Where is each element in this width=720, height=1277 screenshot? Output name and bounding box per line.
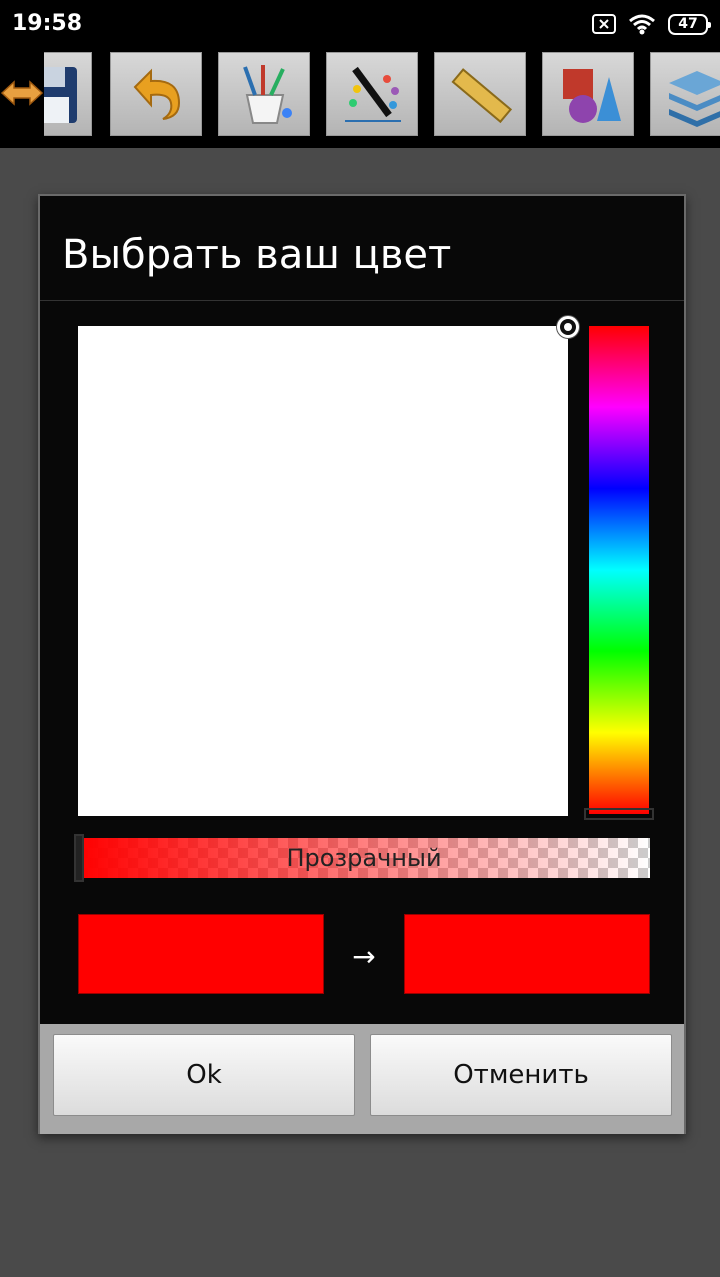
dialog-title: Выбрать ваш цвет bbox=[62, 232, 452, 278]
battery-icon: 47 bbox=[668, 13, 711, 35]
new-color-swatch bbox=[404, 914, 650, 994]
sim-off-icon bbox=[592, 14, 616, 34]
alpha-slider[interactable]: Прозрачный bbox=[78, 838, 650, 878]
battery-level: 47 bbox=[678, 16, 698, 32]
saturation-value-cursor[interactable] bbox=[557, 316, 579, 338]
status-icons: 47 bbox=[592, 12, 711, 36]
3d-shapes-icon bbox=[563, 69, 621, 123]
palette-pen-icon bbox=[345, 66, 401, 122]
arrow-icon: → bbox=[352, 940, 376, 973]
cancel-button[interactable]: Отменить bbox=[370, 1034, 672, 1116]
old-color-swatch bbox=[78, 914, 324, 994]
alpha-slider-handle[interactable] bbox=[74, 834, 84, 882]
wifi-icon bbox=[629, 14, 655, 35]
title-divider bbox=[40, 300, 684, 301]
hue-slider-handle[interactable] bbox=[584, 808, 654, 820]
palette-button[interactable] bbox=[326, 52, 418, 136]
brushes-cup-icon bbox=[243, 65, 292, 124]
undo-icon bbox=[133, 68, 181, 120]
layers-icon bbox=[669, 71, 720, 127]
status-time: 19:58 bbox=[12, 11, 83, 36]
saturation-value-area[interactable] bbox=[78, 326, 568, 816]
hue-slider[interactable] bbox=[589, 326, 649, 814]
alpha-label: Прозрачный bbox=[286, 844, 442, 872]
layers-button[interactable] bbox=[650, 52, 720, 136]
toolbar bbox=[0, 48, 720, 148]
ruler-button[interactable] bbox=[434, 52, 526, 136]
resize-arrows-icon[interactable] bbox=[0, 78, 44, 108]
button-bar: Ok Отменить bbox=[40, 1024, 684, 1134]
brushes-button[interactable] bbox=[218, 52, 310, 136]
status-bar: 19:58 47 bbox=[0, 0, 720, 48]
shapes-button[interactable] bbox=[542, 52, 634, 136]
ok-button[interactable]: Ok bbox=[53, 1034, 355, 1116]
ruler-icon bbox=[451, 68, 513, 124]
color-picker-dialog: Выбрать ваш цвет Прозрачный → Ok Отменит… bbox=[38, 194, 686, 1134]
undo-button[interactable] bbox=[110, 52, 202, 136]
